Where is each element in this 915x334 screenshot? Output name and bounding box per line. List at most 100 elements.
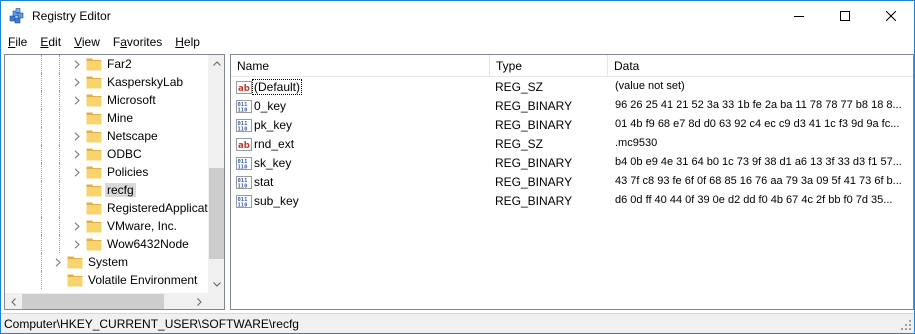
tree-horizontal-scrollbar[interactable] — [5, 293, 208, 309]
tree-guide-line — [59, 73, 60, 91]
current-key-path: Computer\HKEY_CURRENT_USER\SOFTWARE\recf… — [4, 317, 299, 331]
binary-value-icon: 011110 — [236, 176, 252, 190]
value-row[interactable]: ab rnd_ext REG_SZ .mc9530 — [231, 135, 913, 154]
horizontal-scroll-thumb[interactable] — [22, 294, 164, 309]
tree-item-label[interactable]: Netscape — [105, 129, 160, 143]
expand-chevron-icon[interactable] — [72, 77, 82, 87]
folder-icon — [86, 112, 102, 125]
tree-item[interactable]: Volatile Environment — [5, 271, 208, 289]
expand-chevron-icon[interactable] — [72, 167, 82, 177]
expand-chevron-icon[interactable] — [72, 131, 82, 141]
value-row[interactable]: 011 110 pk_key REG_BINARY 01 4b f9 68 e7 8d … — [231, 116, 913, 135]
folder-icon — [86, 58, 102, 71]
scroll-right-button[interactable] — [191, 293, 208, 309]
tree-vertical-scrollbar[interactable] — [208, 55, 224, 293]
tree-item[interactable]: Wow6432Node — [5, 235, 208, 253]
tree-item-label[interactable]: Policies — [105, 165, 150, 179]
tree-item[interactable]: RegisteredApplicati — [5, 199, 210, 217]
expand-chevron-icon[interactable] — [72, 149, 82, 159]
tree-item-label[interactable]: Microsoft — [105, 93, 158, 107]
tree-item-label[interactable]: ODBC — [105, 147, 144, 161]
value-data: .mc9530 — [615, 137, 658, 149]
menu-help[interactable]: Help — [168, 32, 206, 52]
values-list-pane[interactable]: Name Type Data ab (Default) REG_SZ (value n… — [230, 54, 914, 310]
tree-guide-line — [59, 145, 60, 163]
tree-guide-line — [41, 73, 42, 91]
expand-chevron-icon[interactable] — [72, 239, 82, 249]
tree-item[interactable]: KasperskyLab — [5, 73, 208, 91]
registry-editor-window: Registry Editor File Edit View Favorites… — [0, 0, 915, 334]
scroll-up-button[interactable] — [208, 55, 224, 72]
value-name[interactable]: pk_key — [253, 118, 293, 132]
svg-text:110: 110 — [238, 184, 248, 190]
tree-item[interactable]: Policies — [5, 163, 208, 181]
scroll-down-button[interactable] — [208, 276, 224, 293]
value-row[interactable]: 011 110 stat REG_BINARY 43 7f c8 93 fe 6f 0f… — [231, 173, 913, 192]
registry-editor-icon — [9, 8, 24, 24]
tree-item-label[interactable]: Far2 — [105, 57, 134, 71]
minimize-button[interactable] — [776, 1, 822, 31]
tree-item-label[interactable]: Mine — [105, 111, 135, 125]
tree-guide-line — [59, 91, 60, 109]
expand-chevron-icon[interactable] — [72, 221, 82, 231]
value-row[interactable]: 011 110 0_key REG_BINARY 96 26 25 41 21 52 3… — [231, 97, 913, 116]
value-name[interactable]: rnd_ext — [253, 137, 295, 151]
tree-item-label[interactable]: KasperskyLab — [105, 75, 185, 89]
tree-item[interactable]: recfg — [5, 181, 208, 199]
chevron-down-icon — [212, 282, 221, 287]
tree-item-label[interactable]: System — [86, 255, 130, 269]
key-tree-pane[interactable]: Far2 KasperskyLab Microsoft Mine Netscape ODB… — [4, 54, 225, 310]
menu-edit[interactable]: Edit — [33, 32, 67, 52]
expand-chevron-icon[interactable] — [72, 59, 82, 69]
tree-item[interactable]: ODBC — [5, 145, 208, 163]
menu-favorites[interactable]: Favorites — [106, 32, 168, 52]
tree-guide-line — [59, 127, 60, 145]
tree-item-label[interactable]: Volatile Environment — [86, 273, 199, 287]
svg-text:ab: ab — [238, 84, 250, 94]
string-value-icon: ab — [236, 81, 252, 94]
close-button[interactable] — [868, 1, 914, 31]
value-row[interactable]: 011 110 sk_key REG_BINARY b4 0b e9 4e 31 64 … — [231, 154, 913, 173]
value-name[interactable]: 0_key — [253, 99, 287, 113]
tree-item-label-selected[interactable]: recfg — [105, 183, 136, 197]
folder-icon — [86, 148, 102, 161]
folder-icon — [67, 274, 83, 287]
tree-guide-line — [59, 199, 60, 217]
value-name[interactable]: (Default) — [251, 79, 303, 95]
maximize-button[interactable] — [822, 1, 868, 31]
tree-item[interactable]: Microsoft — [5, 91, 208, 109]
value-row[interactable]: ab (Default) REG_SZ (value not set) — [231, 78, 913, 97]
chevron-left-icon — [11, 297, 16, 306]
title-bar[interactable]: Registry Editor — [1, 1, 914, 31]
binary-value-icon: 011110 — [236, 195, 252, 209]
folder-icon — [86, 166, 102, 179]
tree-guide-line — [41, 181, 42, 199]
value-name[interactable]: sk_key — [253, 156, 292, 170]
tree-item[interactable]: Mine — [5, 109, 208, 127]
vertical-scroll-thumb[interactable] — [209, 168, 224, 259]
folder-icon — [86, 202, 102, 215]
resize-grip-icon[interactable] — [900, 319, 912, 331]
expand-chevron-icon[interactable] — [72, 95, 82, 105]
column-header-data[interactable]: Data — [608, 55, 908, 77]
tree-item-label[interactable]: Wow6432Node — [105, 237, 191, 251]
menu-file[interactable]: File — [1, 32, 33, 52]
column-header-type[interactable]: Type — [490, 55, 607, 77]
tree-item[interactable]: VMware, Inc. — [5, 217, 208, 235]
menu-view[interactable]: View — [67, 32, 106, 52]
scroll-left-button[interactable] — [5, 293, 22, 309]
expand-chevron-icon[interactable] — [53, 257, 63, 267]
tree-item-label[interactable]: VMware, Inc. — [105, 219, 179, 233]
folder-icon — [86, 184, 102, 197]
tree-item[interactable]: System — [5, 253, 208, 271]
window-title: Registry Editor — [32, 9, 111, 23]
column-header-name[interactable]: Name — [231, 55, 489, 77]
folder-icon — [86, 130, 102, 143]
value-row[interactable]: 011 110 sub_key REG_BINARY d6 0d ff 40 44 0f… — [231, 192, 913, 211]
tree-item-label[interactable]: RegisteredApplicati — [105, 201, 212, 215]
value-name[interactable]: sub_key — [253, 194, 300, 208]
tree-item[interactable]: Far2 — [5, 55, 208, 73]
value-name[interactable]: stat — [253, 175, 274, 189]
tree-item[interactable]: Netscape — [5, 127, 208, 145]
svg-text:110: 110 — [238, 165, 248, 171]
